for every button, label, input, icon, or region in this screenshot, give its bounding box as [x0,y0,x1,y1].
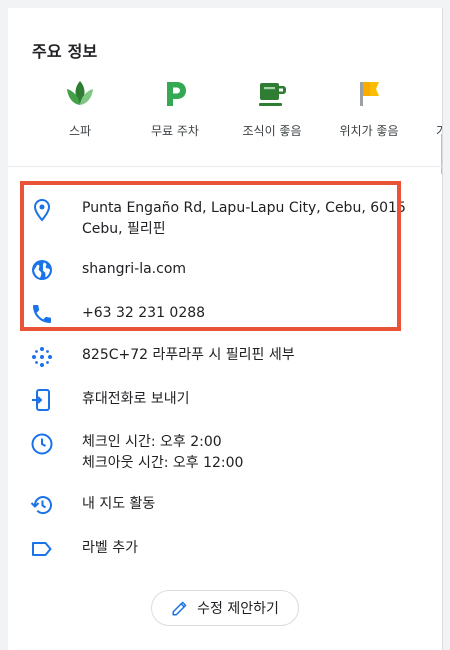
checkout-time: 체크아웃 시간: 오후 12:00 [82,455,244,471]
amenity-spa[interactable]: 스파 [32,78,128,139]
location-flag-icon [360,82,379,106]
amenity-label: 무료 주차 [151,124,199,138]
suggest-edit-label: 수정 제안하기 [197,601,279,617]
label-icon [32,542,52,556]
map-activity-label: 내 지도 활동 [82,496,156,512]
amenity-parking[interactable]: 무료 주차 [127,78,223,139]
checkin-time: 체크인 시간: 오후 2:00 [82,434,222,450]
send-to-phone-label: 휴대전화로 보내기 [82,391,190,407]
hotel-info-panel: 주요 정보 스파 무료 주차 조식이 좋음 위치가 좋음 Punta Engañ… [8,8,443,650]
add-label-text: 라벨 추가 [82,540,138,556]
highlight-box [20,181,401,331]
section-title: 주요 정보 [32,42,98,61]
amenity-label: 스파 [68,124,92,138]
amenities-row: 스파 무료 주차 조식이 좋음 위치가 좋음 [8,78,442,148]
amenity-location[interactable]: 위치가 좋음 [321,78,417,139]
plus-code-text: 825C+72 라푸라푸 시 필리핀 세부 [82,347,295,363]
divider [8,166,442,167]
horizontal-scroll-edge [441,134,442,174]
spa-icon [67,81,93,105]
amenity-breakfast[interactable]: 조식이 좋음 [224,78,320,139]
parking-icon [167,82,186,106]
plus-code-icon [32,347,52,367]
pencil-icon [172,601,187,616]
suggest-edit-button[interactable]: 수정 제안하기 [151,590,299,626]
breakfast-icon [259,83,286,106]
amenity-label: 조식이 좋음 [242,124,302,138]
amenity-label: 위치가 좋음 [339,124,399,138]
history-icon [30,496,52,515]
send-to-phone-icon [32,389,50,411]
clock-icon [31,433,53,455]
